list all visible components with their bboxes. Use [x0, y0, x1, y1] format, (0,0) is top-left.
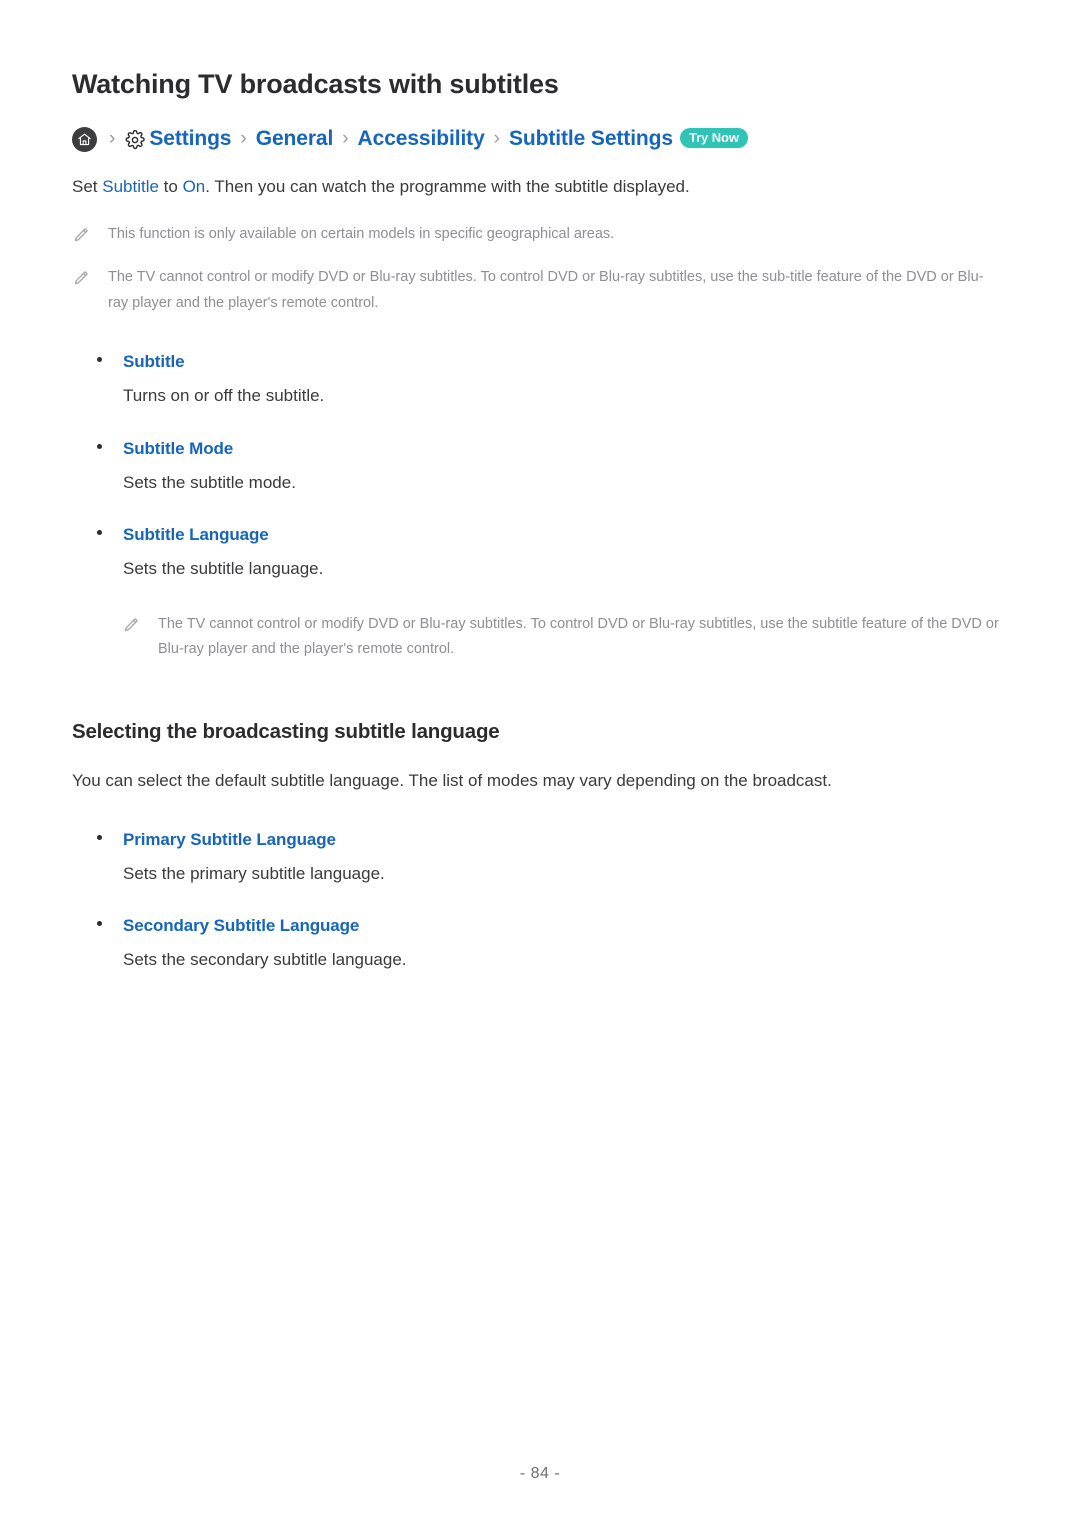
note-text: This function is only available on certa…	[108, 226, 615, 243]
list-item: Secondary Subtitle Language Sets the sec…	[72, 916, 1008, 973]
breadcrumb-separator-1: ›	[240, 127, 247, 149]
list-item-description: Sets the subtitle language.	[123, 559, 324, 579]
bullet-dot-icon	[97, 530, 102, 536]
gear-icon	[124, 129, 146, 151]
list-item-header: Subtitle Mode	[72, 439, 1008, 459]
intro-suffix: . Then you can watch the programme with …	[205, 176, 690, 196]
breadcrumb-item-settings[interactable]: Settings	[149, 127, 231, 151]
list-item-header: Primary Subtitle Language	[72, 830, 1008, 850]
note-text: The TV cannot control or modify DVD or B…	[108, 269, 984, 311]
list-item-header: Secondary Subtitle Language	[72, 916, 1008, 936]
list-item-header: Subtitle	[72, 352, 1008, 372]
intro-paragraph: Set Subtitle to On. Then you can watch t…	[72, 174, 1008, 200]
intro-middle: to	[158, 176, 183, 196]
list-item-label[interactable]: Subtitle Language	[123, 525, 269, 545]
note-item: The TV cannot control or modify DVD or B…	[72, 265, 1008, 316]
list-item: Primary Subtitle Language Sets the prima…	[72, 830, 1008, 887]
breadcrumb-item-subtitle-settings[interactable]: Subtitle Settings	[509, 127, 673, 151]
breadcrumb-separator-2: ›	[342, 127, 349, 149]
bullet-dot-icon	[97, 834, 102, 840]
intro-prefix: Set	[72, 176, 103, 196]
list-item: Subtitle Turns on or off the subtitle.	[72, 352, 1008, 409]
breadcrumb-separator-0: ›	[109, 127, 116, 149]
list-item-description: Turns on or off the subtitle.	[123, 386, 325, 406]
breadcrumb: › Settings › General › Accessibility › S…	[72, 126, 1008, 152]
pencil-icon	[72, 226, 90, 244]
pencil-icon	[72, 269, 90, 287]
page-number: - 84 -	[519, 1465, 561, 1482]
list-item-label[interactable]: Subtitle	[123, 352, 185, 372]
bullet-dot-icon	[97, 921, 102, 927]
pencil-icon	[122, 616, 140, 634]
bullet-dot-icon	[97, 443, 102, 449]
document-page: Watching TV broadcasts with subtitles › …	[0, 0, 1080, 1527]
intro-keyword-subtitle: Subtitle	[102, 176, 159, 196]
breadcrumb-item-general[interactable]: General	[256, 127, 334, 151]
breadcrumb-separator-3: ›	[493, 127, 500, 149]
bullet-dot-icon	[97, 357, 102, 363]
page-title: Watching TV broadcasts with subtitles	[72, 69, 559, 99]
note-item: This function is only available on certa…	[72, 222, 1008, 247]
list-item-header: Subtitle Language	[72, 525, 1008, 545]
intro-keyword-on: On	[182, 176, 206, 196]
list-item-description: Sets the secondary subtitle language.	[123, 950, 407, 970]
section-intro-paragraph: You can select the default subtitle lang…	[72, 771, 832, 791]
list-item-label[interactable]: Subtitle Mode	[123, 439, 233, 459]
section-heading: Selecting the broadcasting subtitle lang…	[72, 720, 500, 744]
nested-note-item: The TV cannot control or modify DVD or B…	[122, 612, 1008, 663]
list-item-description: Sets the primary subtitle language.	[123, 863, 385, 883]
home-icon[interactable]	[72, 126, 97, 152]
list-item: Subtitle Language Sets the subtitle lang…	[72, 525, 1008, 582]
list-item-description: Sets the subtitle mode.	[123, 472, 296, 492]
nested-note-text: The TV cannot control or modify DVD or B…	[158, 615, 999, 658]
breadcrumb-item-accessibility[interactable]: Accessibility	[358, 127, 485, 151]
try-now-badge[interactable]: Try Now	[679, 128, 748, 149]
list-item-label[interactable]: Primary Subtitle Language	[123, 830, 336, 850]
list-item-label[interactable]: Secondary Subtitle Language	[123, 916, 359, 936]
settings-list: Subtitle Turns on or off the subtitle. S…	[72, 352, 1008, 582]
language-list: Primary Subtitle Language Sets the prima…	[72, 830, 1008, 973]
list-item: Subtitle Mode Sets the subtitle mode.	[72, 439, 1008, 496]
